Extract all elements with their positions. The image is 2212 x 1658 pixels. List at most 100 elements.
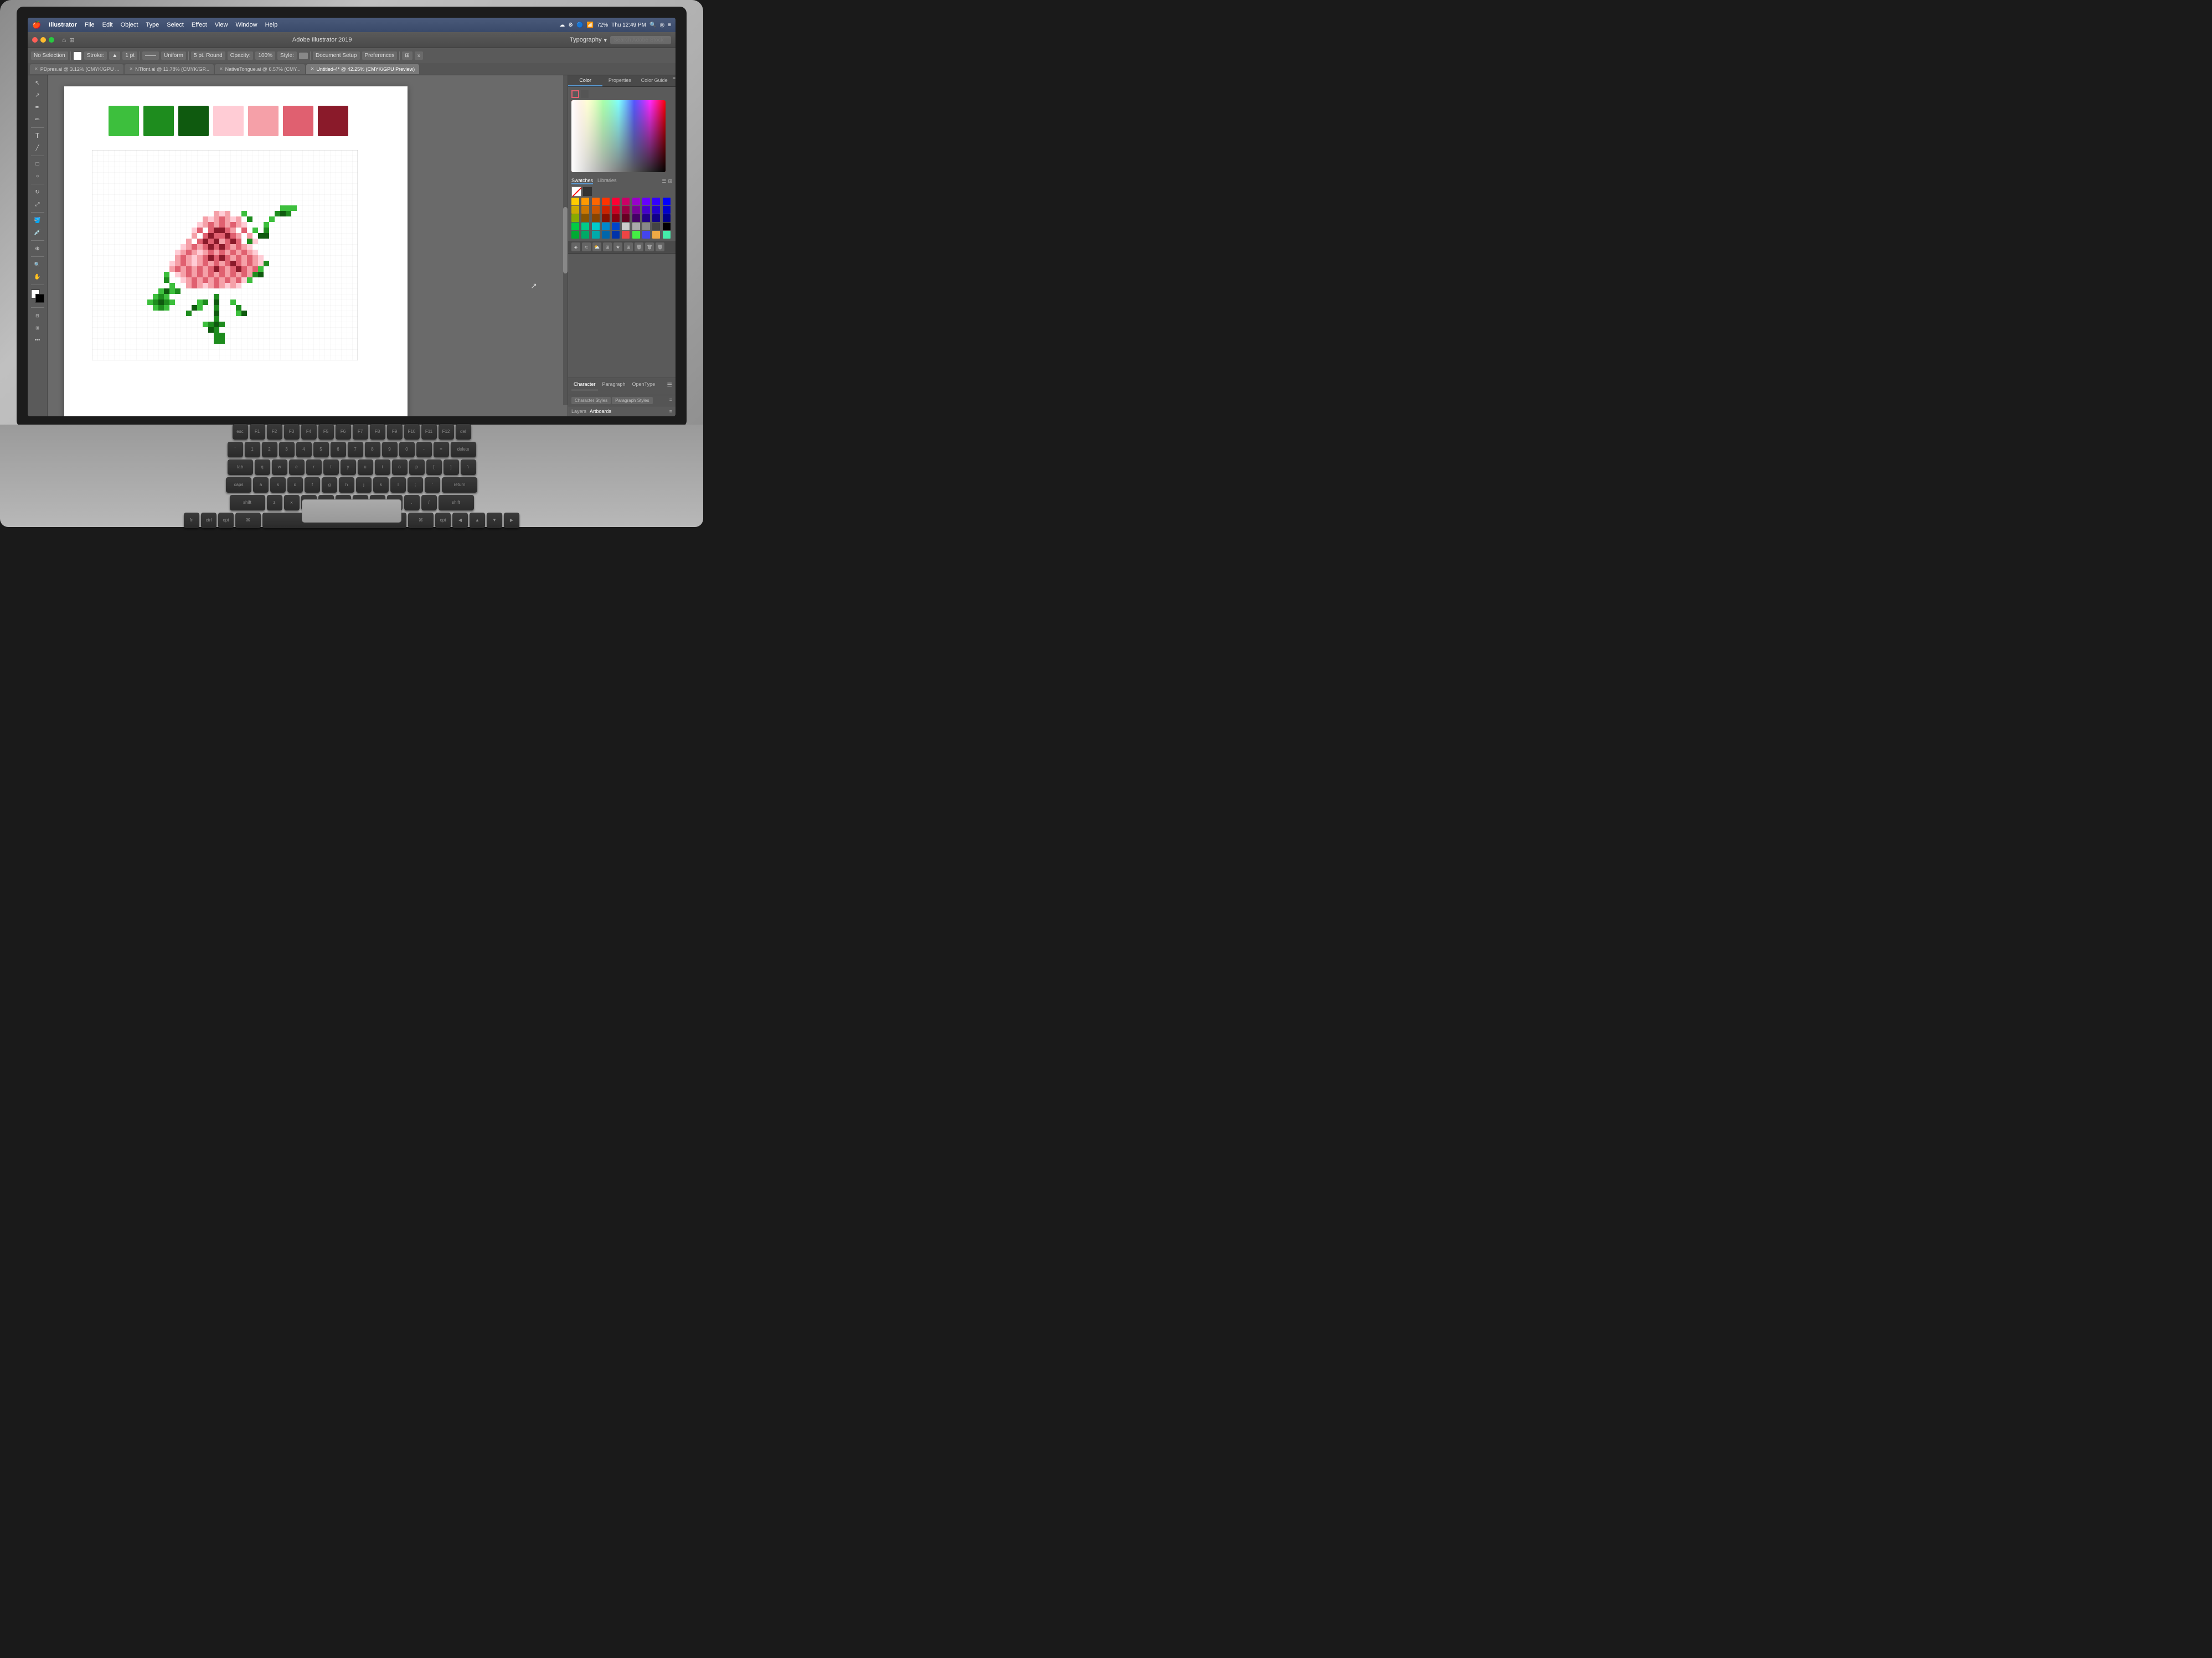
swatch-grid-item[interactable] (581, 198, 589, 205)
tab-color[interactable]: Color (568, 75, 602, 86)
key-semicolon[interactable]: ; (408, 477, 423, 493)
document-setup-btn[interactable]: Document Setup (313, 51, 360, 60)
key-y[interactable]: y (341, 459, 356, 475)
drawing-mode-btn[interactable]: ⊟ (30, 310, 45, 321)
panel-arrange-icon[interactable]: ⊞ (402, 51, 412, 60)
swatch-grid-item[interactable] (612, 223, 620, 230)
key-r[interactable]: r (306, 459, 322, 475)
apple-menu[interactable]: 🍎 (32, 20, 41, 29)
key-f8[interactable]: F8 (370, 424, 385, 440)
key-a[interactable]: a (253, 477, 269, 493)
menu-illustrator[interactable]: Illustrator (45, 20, 80, 29)
swatch-grid-item[interactable] (642, 231, 650, 239)
panel-icon-1[interactable]: ◈ (571, 242, 580, 251)
key-backtick[interactable]: ` (228, 442, 243, 457)
key-ropt[interactable]: opt (435, 513, 451, 528)
key-9[interactable]: 9 (382, 442, 398, 457)
tab-artboards[interactable]: Artboards (590, 409, 611, 414)
swatch-grid-item[interactable] (602, 223, 610, 230)
key-backslash[interactable]: \ (461, 459, 476, 475)
swatch-grid-item[interactable] (571, 231, 579, 239)
tab-layers[interactable]: Layers (571, 409, 586, 414)
key-period[interactable]: . (404, 495, 420, 510)
canvas-area[interactable]: ↗ (48, 75, 568, 416)
tab-character[interactable]: Character (571, 380, 598, 390)
brush-dropdown[interactable]: 5 pt. Round (191, 51, 225, 60)
panel-icon-8[interactable]: 🗑 (645, 242, 654, 251)
key-f9[interactable]: F9 (387, 424, 403, 440)
key-7[interactable]: 7 (348, 442, 363, 457)
background-color[interactable] (35, 294, 44, 303)
key-j[interactable]: j (356, 477, 372, 493)
key-f11[interactable]: F11 (421, 424, 437, 440)
key-5[interactable]: 5 (313, 442, 329, 457)
swatch-grid-item[interactable] (652, 206, 660, 214)
menu-edit[interactable]: Edit (99, 20, 116, 29)
swatch-grid-item[interactable] (612, 231, 620, 239)
paintbucket-tool[interactable]: 🪣 (30, 215, 45, 226)
swatch-grid-item[interactable] (612, 206, 620, 214)
swatches-list-icon[interactable]: ☰ (662, 178, 666, 184)
none-swatch[interactable] (571, 187, 581, 197)
preferences-btn[interactable]: Preferences (362, 51, 398, 60)
pen-tool[interactable]: ✒ (30, 102, 45, 113)
hand-tool[interactable]: ✋ (30, 271, 45, 282)
key-d[interactable]: d (287, 477, 303, 493)
swatch-2[interactable] (143, 106, 174, 136)
key-i[interactable]: i (375, 459, 390, 475)
stroke-up-btn[interactable]: ▲ (109, 51, 120, 60)
key-caps[interactable]: caps (226, 477, 251, 493)
key-o[interactable]: o (392, 459, 408, 475)
key-g[interactable]: g (322, 477, 337, 493)
swatch-grid-item[interactable] (581, 214, 589, 222)
key-rcmd[interactable]: ⌘ (408, 513, 434, 528)
menu-select[interactable]: Select (163, 20, 187, 29)
key-lcmd[interactable]: ⌘ (235, 513, 261, 528)
line-tool[interactable]: ╱ (30, 142, 45, 153)
key-f10[interactable]: F10 (404, 424, 420, 440)
swatch-grid-item[interactable] (642, 198, 650, 205)
key-f12[interactable]: F12 (439, 424, 454, 440)
color-stroke-icon[interactable] (571, 90, 579, 98)
key-f3[interactable]: F3 (284, 424, 300, 440)
swatch-grid-item[interactable] (663, 231, 671, 239)
ellipse-tool[interactable]: ○ (30, 171, 45, 182)
key-q[interactable]: q (255, 459, 270, 475)
blend-tool[interactable]: ⊕ (30, 243, 45, 254)
close-button[interactable] (32, 37, 38, 43)
key-equal[interactable]: = (434, 442, 449, 457)
menu-effect[interactable]: Effect (188, 20, 210, 29)
grid-icon[interactable]: ⊞ (69, 37, 74, 44)
key-lbracket[interactable]: [ (426, 459, 442, 475)
swatch-grid-item[interactable] (592, 223, 600, 230)
uniform-dropdown[interactable]: Uniform (161, 51, 186, 60)
swatch-grid-item[interactable] (571, 206, 579, 214)
key-x[interactable]: x (284, 495, 300, 510)
swatch-grid-item[interactable] (581, 231, 589, 239)
key-rshift[interactable]: shift (439, 495, 474, 510)
tab-para-styles[interactable]: Paragraph Styles (612, 397, 652, 404)
scrollbar-thumb-v[interactable] (563, 207, 568, 273)
color-swatch-box[interactable] (31, 290, 44, 303)
tab-char-styles[interactable]: Character Styles (571, 397, 611, 404)
key-opt[interactable]: opt (218, 513, 234, 528)
minimize-button[interactable] (40, 37, 46, 43)
swatch-grid-item[interactable] (602, 214, 610, 222)
zoom-tool[interactable]: 🔍 (30, 259, 45, 270)
styles-menu-icon[interactable]: ≡ (669, 397, 672, 404)
key-f5[interactable]: F5 (318, 424, 334, 440)
key-e[interactable]: e (289, 459, 305, 475)
key-esc[interactable]: esc (233, 424, 248, 440)
key-lshift[interactable]: shift (230, 495, 265, 510)
key-3[interactable]: 3 (279, 442, 295, 457)
key-p[interactable]: p (409, 459, 425, 475)
color-picker[interactable] (568, 87, 676, 175)
key-2[interactable]: 2 (262, 442, 277, 457)
layers-menu-icon[interactable]: ≡ (669, 409, 672, 414)
stroke-value[interactable]: 1 pt (122, 51, 137, 60)
tab-ntfont[interactable]: ✕ NTfont.ai @ 11.78% (CMYK/GP... (125, 64, 214, 74)
swatch-grid-item[interactable] (602, 231, 610, 239)
toolbar-overflow-btn[interactable]: » (415, 51, 424, 60)
key-1[interactable]: 1 (245, 442, 260, 457)
swatch-grid-item[interactable] (571, 223, 579, 230)
